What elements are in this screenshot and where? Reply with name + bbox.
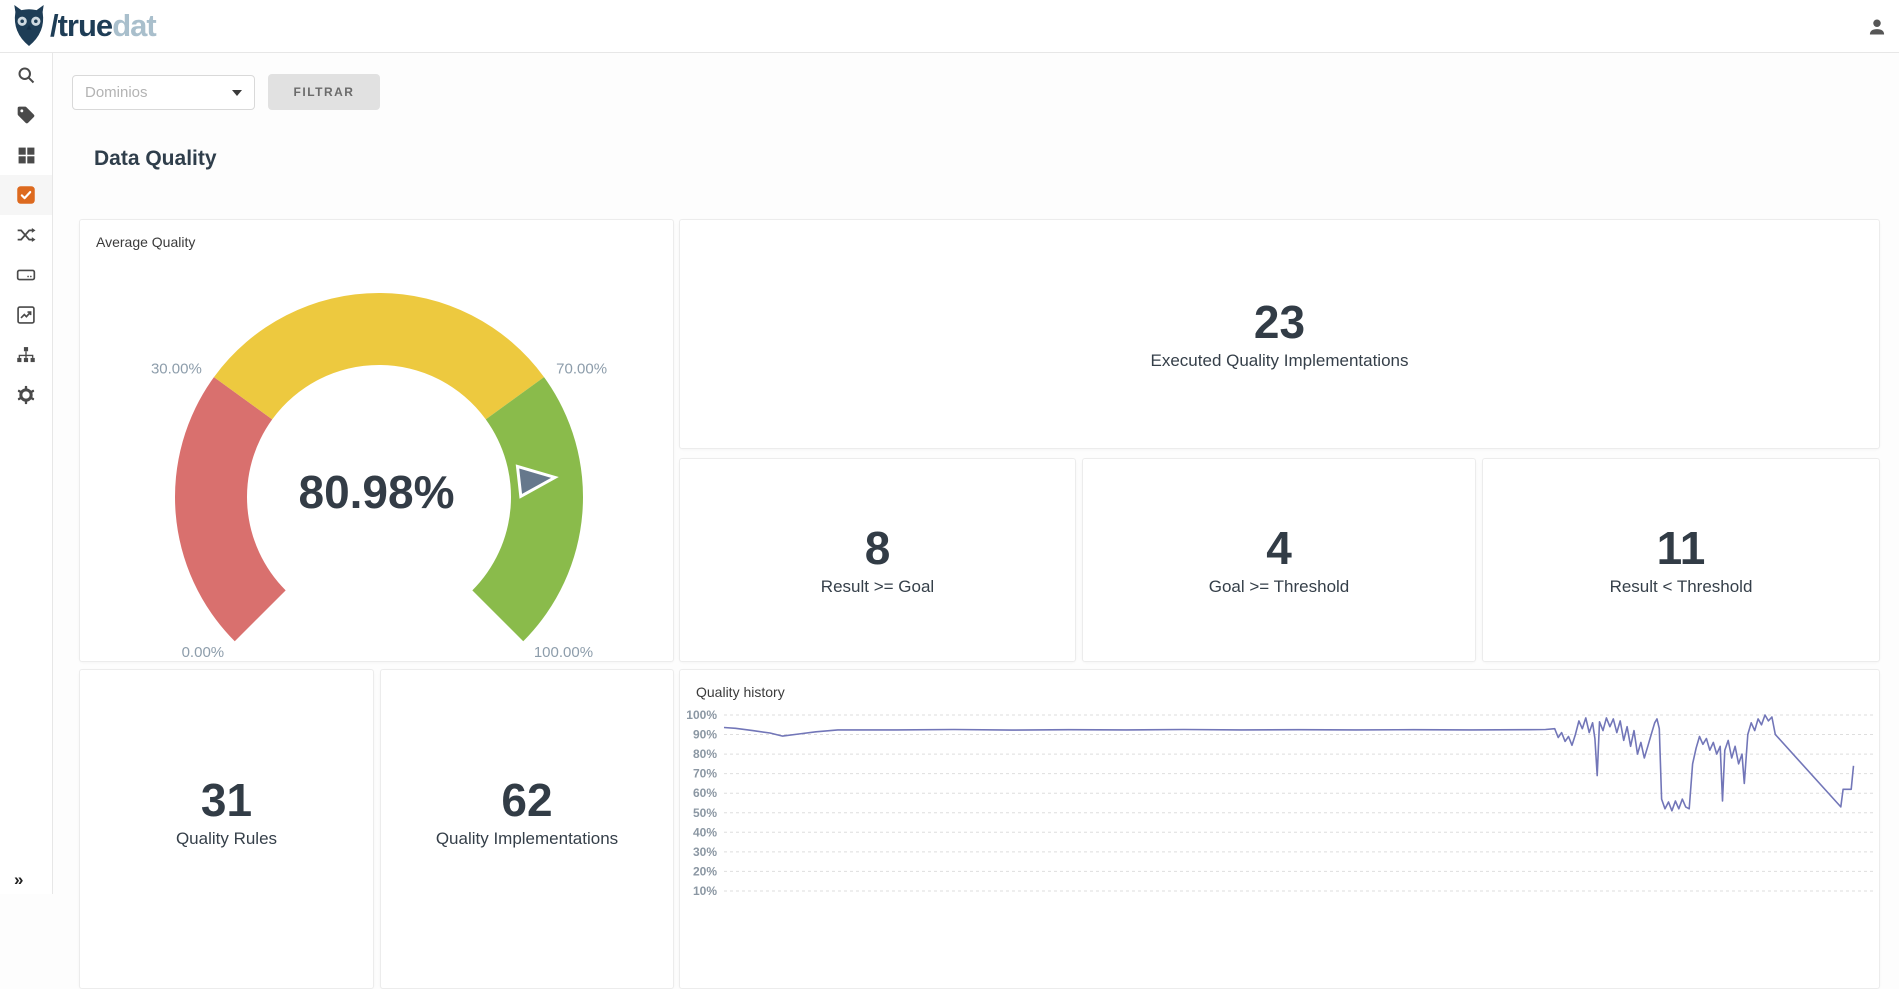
quality-rules-card: 31 Quality Rules (79, 669, 374, 989)
svg-text:40%: 40% (693, 825, 717, 839)
sidebar-nav: » (0, 53, 53, 894)
result-threshold-card: 11 Result < Threshold (1482, 458, 1880, 662)
goal-threshold-value: 4 (1266, 523, 1292, 574)
svg-text:20%: 20% (693, 864, 717, 878)
svg-text:50%: 50% (693, 806, 717, 820)
svg-text:90%: 90% (693, 728, 717, 742)
logo-wordmark: /truedat (50, 5, 156, 47)
quality-history-chart: 100% 90% 80% 70% 60% 50% 40% 30% 20% 10% (680, 670, 1879, 988)
quality-check-icon (16, 185, 36, 205)
result-threshold-value: 11 (1657, 523, 1706, 574)
filter-button[interactable]: FILTRAR (268, 74, 380, 110)
chevron-down-icon (232, 90, 242, 96)
top-bar: /truedat (0, 0, 1899, 53)
tag-icon (16, 105, 36, 125)
logo-true-part: /true (50, 8, 112, 43)
user-icon (1867, 17, 1887, 37)
owl-logo-icon (10, 5, 48, 47)
quality-implementations-value: 62 (501, 775, 552, 826)
result-goal-value: 8 (865, 523, 891, 574)
user-menu-button[interactable] (1863, 13, 1891, 41)
goal-threshold-label: Goal >= Threshold (1209, 577, 1350, 597)
gauge-value: 80.98% (80, 465, 673, 519)
sidebar-item-settings[interactable] (0, 375, 52, 415)
grid-icon (17, 146, 36, 165)
sidebar-item-tags[interactable] (0, 95, 52, 135)
result-threshold-label: Result < Threshold (1610, 577, 1753, 597)
average-quality-card: Average Quality 0.00%30.00%70.00%100.00%… (79, 219, 674, 662)
goal-threshold-card: 4 Goal >= Threshold (1082, 458, 1476, 662)
sidebar-item-lineage[interactable] (0, 335, 52, 375)
executed-implementations-value: 23 (1254, 297, 1305, 348)
average-quality-gauge: 0.00% 30.00% 70.00% 100.00% (80, 220, 675, 663)
sidebar-item-catalog[interactable] (0, 135, 52, 175)
quality-rules-value: 31 (201, 775, 252, 826)
page-title: Data Quality (94, 147, 217, 171)
svg-text:10%: 10% (693, 884, 717, 898)
search-icon (16, 65, 36, 85)
sidebar-item-quality[interactable] (0, 175, 52, 215)
svg-text:100%: 100% (686, 708, 717, 722)
quality-history-card: Quality history 100%90%80%70%60%50%40%30… (679, 669, 1880, 989)
hierarchy-icon (16, 345, 36, 365)
sidebar-expand-button[interactable]: » (14, 871, 23, 888)
shuffle-icon (16, 225, 36, 245)
svg-text:80%: 80% (693, 747, 717, 761)
truedat-logo[interactable]: /truedat (10, 5, 156, 47)
executed-implementations-card: 23 Executed Quality Implementations (679, 219, 1880, 449)
svg-text:60%: 60% (693, 786, 717, 800)
quality-implementations-card: 62 Quality Implementations (380, 669, 674, 989)
quality-rules-label: Quality Rules (176, 829, 277, 849)
logo-dat-part: dat (112, 8, 156, 43)
svg-text:70%: 70% (693, 767, 717, 781)
svg-text:100.00%: 100.00% (534, 644, 593, 661)
svg-text:70.00%: 70.00% (556, 360, 607, 377)
result-goal-card: 8 Result >= Goal (679, 458, 1076, 662)
trend-chart-icon (16, 305, 36, 325)
result-goal-label: Result >= Goal (821, 577, 934, 597)
quality-implementations-label: Quality Implementations (436, 829, 618, 849)
sidebar-item-data-sources[interactable] (0, 255, 52, 295)
sidebar-item-search[interactable] (0, 55, 52, 95)
executed-implementations-label: Executed Quality Implementations (1151, 351, 1409, 371)
settings-icon (16, 385, 36, 405)
data-sources-icon (16, 265, 36, 285)
sidebar-item-shuffle[interactable] (0, 215, 52, 255)
svg-text:30.00%: 30.00% (151, 360, 202, 377)
sidebar-item-insights[interactable] (0, 295, 52, 335)
domain-select[interactable]: Dominios (72, 75, 255, 110)
svg-text:0.00%: 0.00% (182, 644, 225, 661)
domain-select-placeholder: Dominios (85, 84, 232, 101)
svg-text:30%: 30% (693, 845, 717, 859)
